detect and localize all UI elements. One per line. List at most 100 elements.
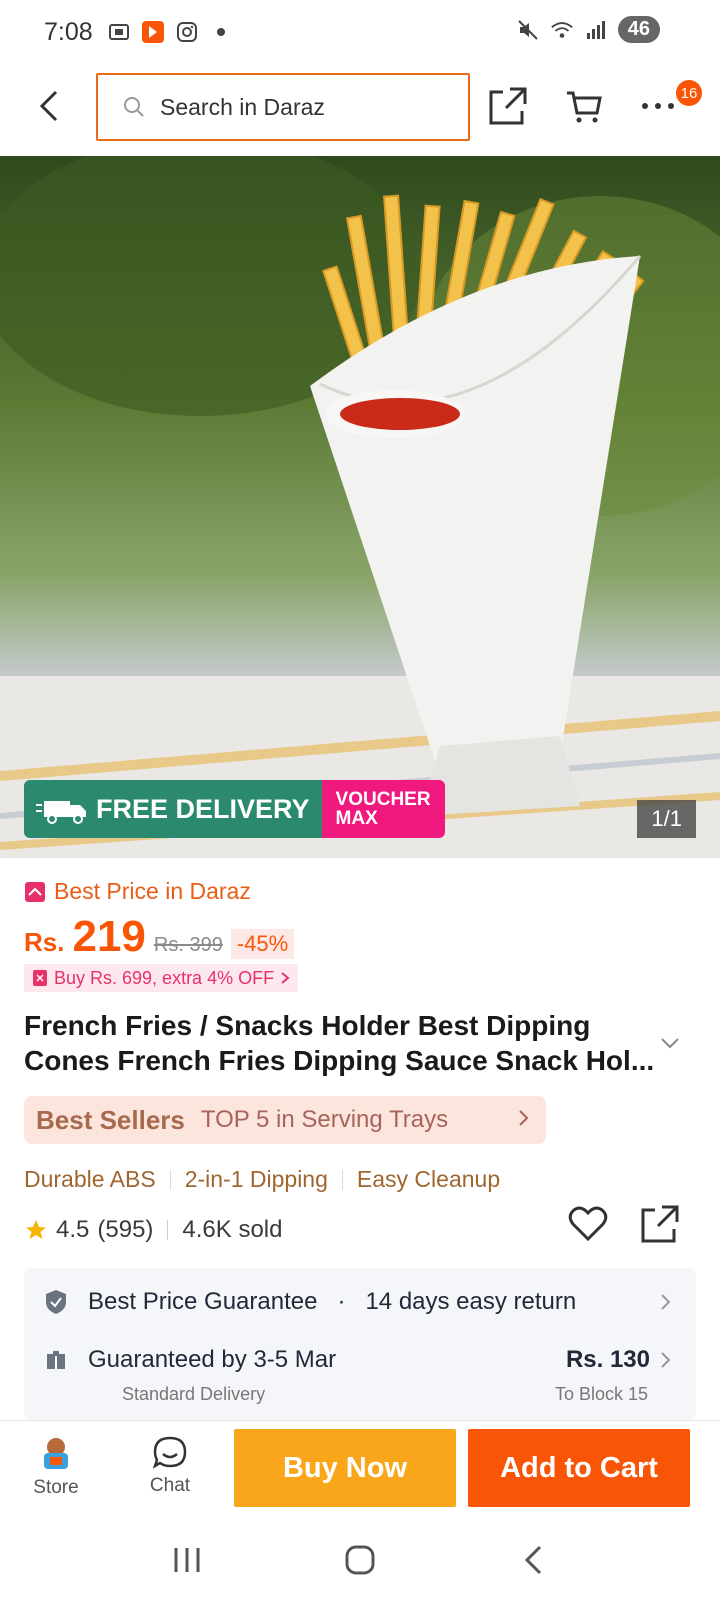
delivery-subtext: Standard Delivery xyxy=(122,1384,266,1404)
guarantee-row[interactable]: Best Price Guarantee · 14 days easy retu… xyxy=(44,1288,576,1316)
delivery-row[interactable]: Guaranteed by 3-5 Mar xyxy=(44,1346,336,1374)
more-button[interactable] xyxy=(636,84,680,128)
free-delivery-label: FREE DELIVERY xyxy=(96,793,310,824)
promo-banner[interactable]: Buy Rs. 699, extra 4% OFF xyxy=(24,964,299,992)
status-notification-icons xyxy=(107,20,233,44)
free-delivery-tag: FREE DELIVERY xyxy=(24,780,322,838)
share-icon xyxy=(489,87,527,125)
mute-icon xyxy=(516,18,540,42)
more-dots-icon xyxy=(642,103,674,109)
cart-icon xyxy=(567,91,602,123)
star-icon xyxy=(26,1220,46,1239)
fries-holder-illustration xyxy=(0,156,720,858)
search-input[interactable] xyxy=(160,93,450,121)
guarantee-text: Best Price Guarantee xyxy=(88,1288,318,1315)
heart-icon xyxy=(568,1206,608,1242)
promo-text: Buy Rs. 699, extra 4% OFF xyxy=(54,967,275,988)
price-row: Rs. 219 Rs. 399 -45% xyxy=(24,912,295,962)
voucher-line-1: VOUCHER xyxy=(335,789,431,810)
voucher-icon xyxy=(33,970,47,986)
search-bar[interactable] xyxy=(96,73,470,141)
chat-label: Chat xyxy=(149,1475,191,1496)
share-product-button[interactable] xyxy=(636,1200,684,1248)
bottom-action-bar: Store Chat Buy Now Add to Cart xyxy=(0,1420,720,1520)
chevron-down-icon xyxy=(661,1038,679,1049)
system-nav-bar xyxy=(0,1520,720,1600)
voucher-line-2: MAX xyxy=(335,808,378,829)
chat-button[interactable]: Chat xyxy=(130,1435,210,1497)
wishlist-button[interactable] xyxy=(564,1200,612,1248)
chevron-right-icon xyxy=(660,1292,672,1312)
screenshot-icon xyxy=(107,20,131,44)
discount-badge: -45% xyxy=(230,929,295,959)
original-price: Rs. 399 xyxy=(153,934,223,956)
divider xyxy=(169,1169,171,1190)
expand-title-button[interactable] xyxy=(660,1036,680,1054)
delivery-fee-value: Rs. 130 xyxy=(565,1346,650,1373)
product-title[interactable]: French Fries / Snacks Holder Best Dippin… xyxy=(24,1008,664,1078)
divider xyxy=(167,1220,169,1240)
battery-indicator: 46 xyxy=(617,16,660,43)
feature-tags: Durable ABS 2-in-1 Dipping Easy Cleanup xyxy=(24,1166,500,1193)
free-delivery-banner: FREE DELIVERY VOUCHER MAX xyxy=(24,780,445,838)
best-sellers-rank: TOP 5 in Serving Trays xyxy=(200,1106,449,1133)
delivery-text: Guaranteed by 3-5 Mar xyxy=(88,1346,337,1373)
image-counter: 1/1 xyxy=(637,800,696,838)
status-system-icons: 46 xyxy=(516,16,660,43)
status-bar: 7:08 46 xyxy=(0,0,720,64)
shield-icon xyxy=(46,1290,66,1314)
recent-apps-icon xyxy=(174,1548,200,1572)
signal-icon xyxy=(584,18,608,42)
daraz-app-icon xyxy=(141,20,165,44)
chevron-right-icon xyxy=(661,1352,671,1368)
chevron-left-icon xyxy=(39,90,58,122)
delivery-fee[interactable]: Rs. 130 xyxy=(566,1346,672,1374)
delivery-icon xyxy=(47,1351,65,1369)
system-back-button[interactable] xyxy=(503,1530,563,1590)
rating-row[interactable]: 4.5 (595) 4.6K sold xyxy=(24,1216,282,1244)
store-button[interactable]: Store xyxy=(16,1435,96,1499)
share-icon xyxy=(641,1205,679,1243)
chevron-right-icon xyxy=(281,972,290,984)
back-button[interactable] xyxy=(30,86,70,126)
home-icon xyxy=(345,1545,375,1575)
divider xyxy=(341,1169,343,1190)
recent-apps-button[interactable] xyxy=(157,1530,217,1590)
dot-icon xyxy=(209,20,233,44)
best-price-label[interactable]: Best Price in Daraz xyxy=(24,878,251,905)
chevron-right-icon xyxy=(518,1108,530,1133)
separator-dot: · xyxy=(337,1288,346,1315)
sold-count: 4.6K sold xyxy=(182,1216,283,1243)
best-sellers-title: Best Sellers xyxy=(36,1104,185,1135)
chat-icon xyxy=(152,1436,187,1469)
product-image[interactable]: FREE DELIVERY VOUCHER MAX 1/1 xyxy=(0,156,720,858)
rating-score: 4.5 xyxy=(56,1216,90,1243)
feature-tag: 2-in-1 Dipping xyxy=(184,1166,328,1192)
delivery-truck-icon xyxy=(36,801,86,824)
feature-tag: Easy Cleanup xyxy=(356,1166,501,1192)
best-price-icon xyxy=(25,881,45,902)
search-icon xyxy=(124,97,144,117)
feature-tag: Durable ABS xyxy=(24,1166,156,1192)
return-text: 14 days easy return xyxy=(365,1288,577,1315)
instagram-icon xyxy=(175,20,199,44)
add-to-cart-button[interactable]: Add to Cart xyxy=(468,1429,690,1507)
buy-now-button[interactable]: Buy Now xyxy=(234,1429,456,1507)
best-price-text: Best Price in Daraz xyxy=(54,878,251,904)
price-currency: Rs. xyxy=(24,927,65,957)
price-value: 219 xyxy=(72,912,146,961)
wifi-icon xyxy=(550,18,574,42)
cart-button[interactable] xyxy=(562,84,606,128)
voucher-max-tag: VOUCHER MAX xyxy=(321,780,445,838)
top-header xyxy=(0,64,720,156)
notification-badge: 16 xyxy=(676,80,702,106)
back-icon xyxy=(525,1545,542,1575)
store-icon xyxy=(44,1438,68,1469)
home-button[interactable] xyxy=(330,1530,390,1590)
delivery-destination: To Block 15 xyxy=(554,1384,648,1404)
status-time: 7:08 xyxy=(44,17,93,46)
best-sellers-banner[interactable]: Best Sellers TOP 5 in Serving Trays xyxy=(24,1096,546,1144)
store-label: Store xyxy=(33,1477,79,1498)
rating-count: (595) xyxy=(97,1216,154,1243)
share-button[interactable] xyxy=(486,84,530,128)
